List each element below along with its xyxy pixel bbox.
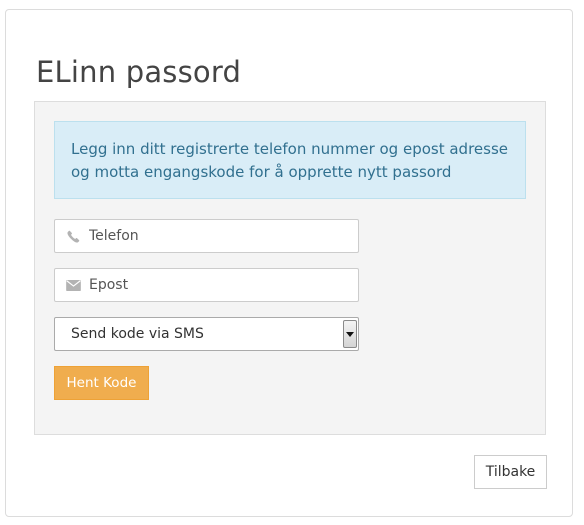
phone-icon: [57, 230, 89, 243]
info-message: Legg inn ditt registrerte telefon nummer…: [54, 121, 526, 199]
email-input[interactable]: [89, 277, 339, 293]
chevron-down-icon[interactable]: [343, 320, 357, 348]
phone-field[interactable]: [54, 219, 359, 253]
reset-form-well: Legg inn ditt registrerte telefon nummer…: [34, 101, 546, 435]
phone-input[interactable]: [89, 228, 339, 244]
email-field[interactable]: [54, 268, 359, 302]
page-title: ELinn passord: [36, 55, 242, 89]
fetch-code-button[interactable]: Hent Kode: [54, 366, 149, 400]
password-reset-panel: ELinn passord Legg inn ditt registrerte …: [5, 9, 573, 517]
delivery-method-value: Send kode via SMS: [71, 326, 204, 342]
delivery-method-select[interactable]: Send kode via SMS: [54, 317, 359, 351]
envelope-icon: [57, 279, 89, 291]
back-button[interactable]: Tilbake: [474, 455, 547, 489]
